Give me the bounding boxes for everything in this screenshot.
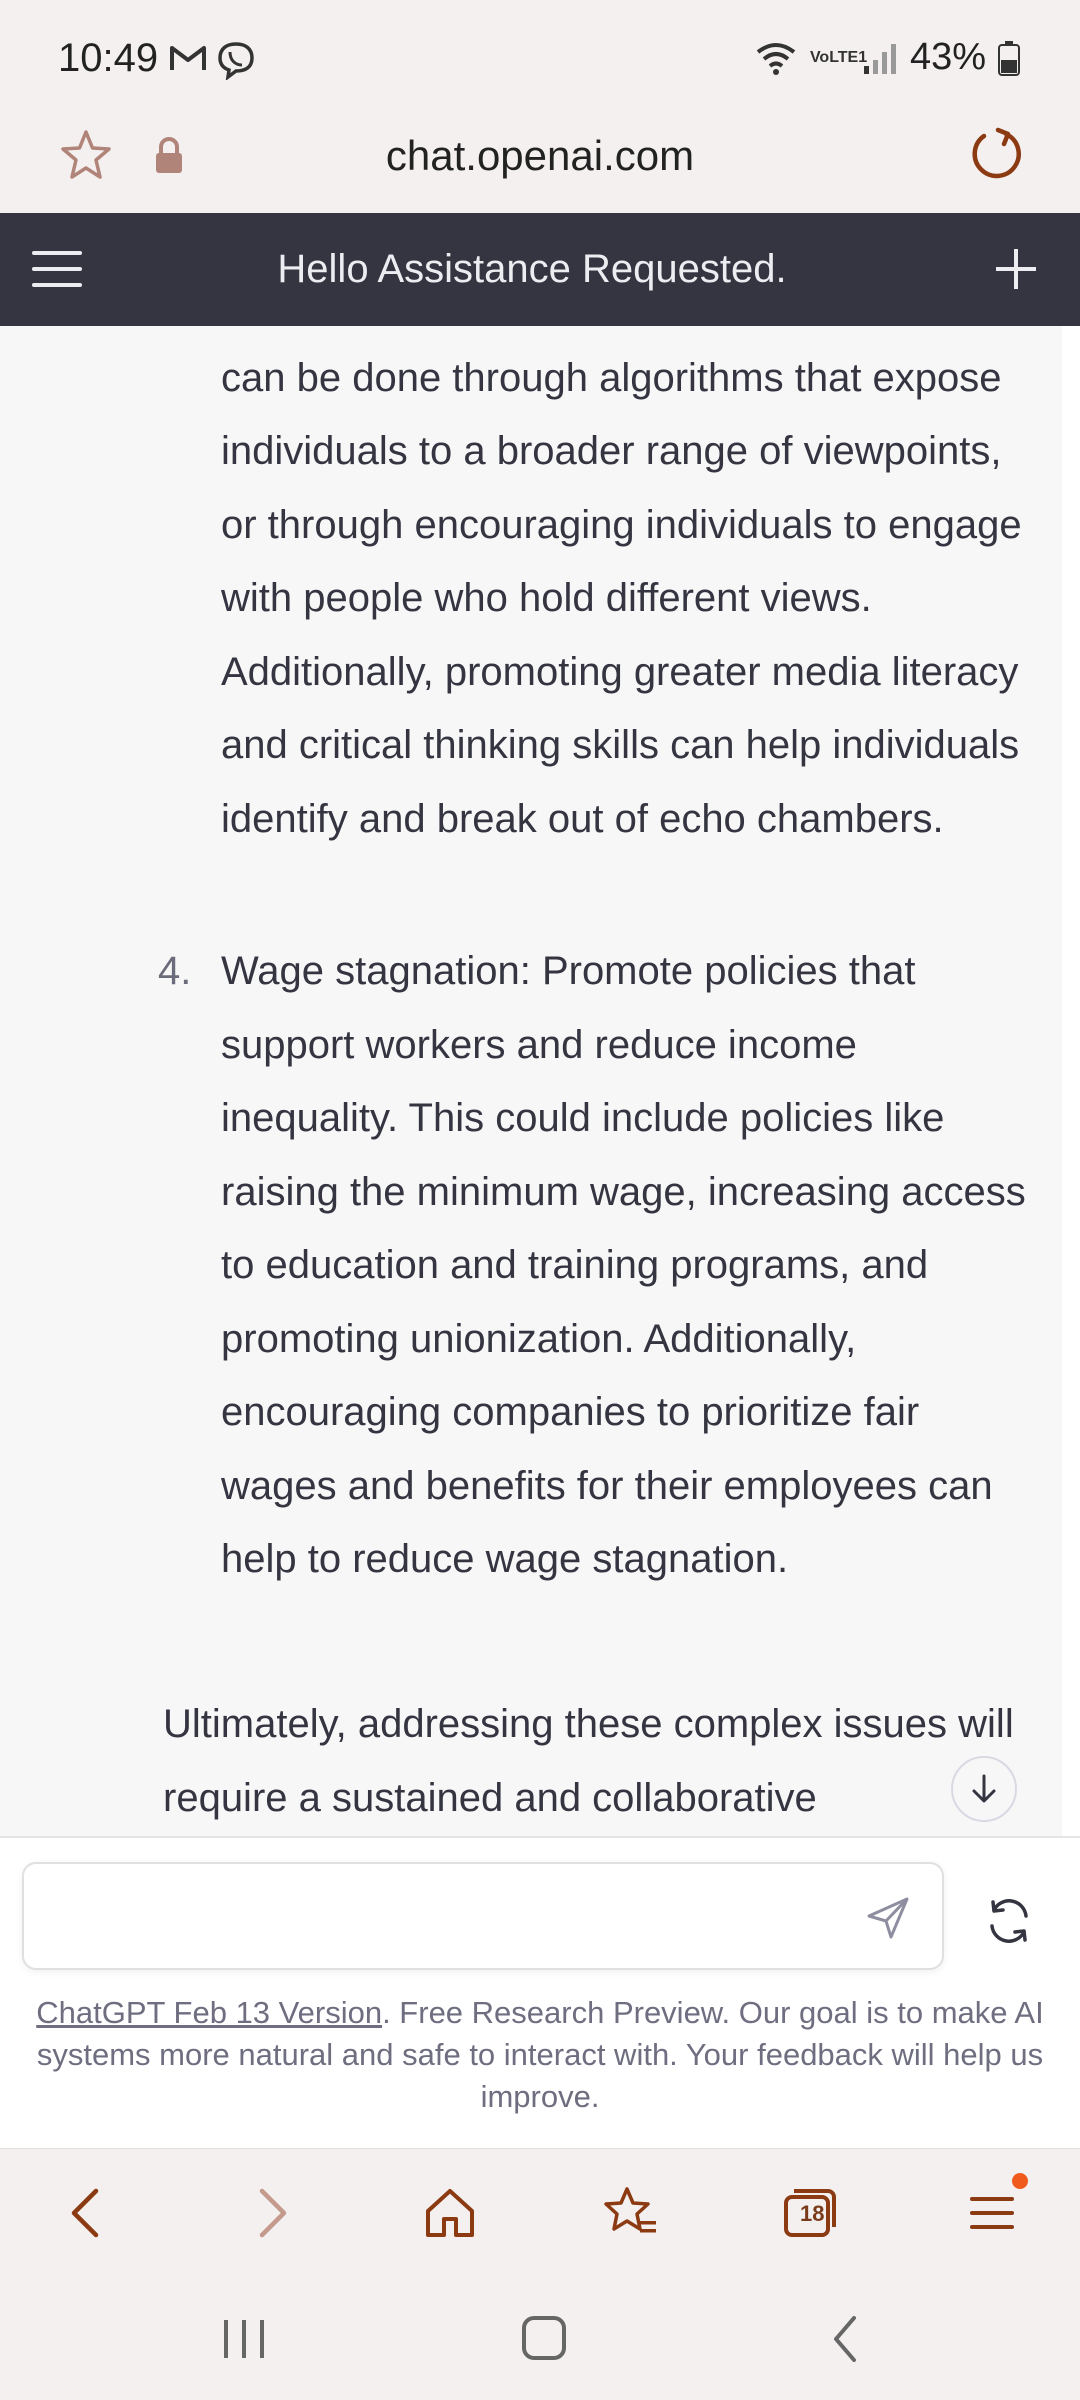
battery-percentage: 43% — [909, 36, 986, 78]
app-header: Hello Assistance Requested. — [0, 213, 1080, 326]
wifi-icon — [756, 42, 796, 75]
message-input-box — [22, 1862, 944, 1970]
arrow-down-icon — [972, 1774, 996, 1803]
conversation-area[interactable]: greater exposure to diverse perspectives… — [0, 326, 1062, 1836]
signal-icon — [863, 43, 896, 74]
status-time: 10:49 — [58, 36, 159, 80]
tabs-button[interactable]: 18 — [780, 2183, 840, 2243]
scrollbar-track[interactable] — [1062, 326, 1080, 1836]
status-bar: 10:49 VoLTE1 43% — [0, 0, 1080, 120]
list-item-4-text: Wage stagnation: Promote policies that s… — [221, 949, 1026, 1581]
bookmarks-star-icon — [604, 2187, 656, 2233]
forward-button[interactable] — [240, 2183, 300, 2243]
gmail-icon — [170, 46, 206, 70]
reload-icon — [972, 127, 1021, 179]
bookmarks-button[interactable] — [600, 2183, 660, 2243]
volte-indicator: VoLTE1 — [809, 48, 868, 66]
browser-url-bar: chat.openai.com — [0, 120, 1080, 213]
recents-icon — [224, 2320, 264, 2358]
refresh-icon — [990, 1899, 1028, 1943]
notification-icons — [168, 40, 256, 80]
version-link[interactable]: ChatGPT Feb 13 Version — [36, 1995, 382, 2030]
back-nav-button[interactable] — [816, 2314, 876, 2364]
composer-area: ChatGPT Feb 13 Version. Free Research Pr… — [0, 1836, 1080, 2148]
system-navigation-bar — [0, 2274, 1080, 2400]
list-item-4-number: 4. — [158, 949, 192, 993]
recent-apps-button[interactable] — [214, 2314, 274, 2364]
browser-menu-button[interactable] — [962, 2173, 1028, 2243]
tabs-count: 18 — [800, 2201, 825, 2226]
browser-bottom-toolbar: 18 — [0, 2148, 1080, 2274]
list-item-3-text: greater exposure to diverse perspectives… — [221, 355, 1022, 841]
back-button[interactable] — [58, 2183, 118, 2243]
plus-icon — [996, 249, 1036, 289]
back-chevron-icon — [834, 2316, 856, 2362]
send-button[interactable] — [864, 1894, 912, 1942]
scroll-to-bottom-button[interactable] — [951, 1756, 1017, 1822]
message-input[interactable] — [48, 1892, 828, 1942]
system-indicators: VoLTE1 43% — [754, 36, 1020, 79]
reload-button[interactable] — [966, 124, 1026, 184]
battery-icon — [998, 40, 1020, 76]
menu-lines-icon — [970, 2197, 1014, 2229]
home-button[interactable] — [420, 2183, 480, 2243]
conclusion-paragraph: Ultimately, addressing these complex iss… — [163, 1702, 1014, 1820]
chevron-right-icon — [259, 2188, 287, 2238]
regenerate-button[interactable] — [982, 1894, 1036, 1948]
send-icon — [867, 1897, 909, 1939]
new-chat-button[interactable] — [988, 241, 1044, 297]
notification-dot — [1012, 2173, 1028, 2189]
url-text[interactable]: chat.openai.com — [0, 132, 1080, 180]
chevron-left-icon — [71, 2188, 99, 2238]
home-nav-button[interactable] — [514, 2314, 574, 2364]
home-icon — [426, 2189, 474, 2237]
footer-disclaimer: ChatGPT Feb 13 Version. Free Research Pr… — [30, 1992, 1050, 2118]
viber-icon — [218, 42, 254, 80]
home-square-icon — [522, 2316, 566, 2360]
chat-title: Hello Assistance Requested. — [277, 247, 787, 291]
